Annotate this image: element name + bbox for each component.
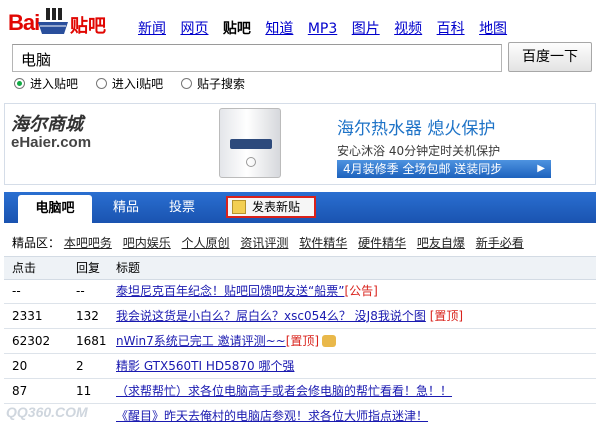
row-title-link[interactable]: 《醒目》昨天去俺村的电脑店参观！求各位大师指点迷津！	[116, 409, 428, 423]
radio-unchecked-icon	[95, 78, 107, 89]
nav-tieba[interactable]: 贴吧	[223, 21, 251, 37]
row-title-link[interactable]: 泰坦尼克百年纪念！贴吧回馈吧友送“船票”	[116, 284, 344, 298]
jingpin-link[interactable]: 吧内娱乐	[123, 236, 171, 250]
radio-post-search[interactable]: 贴子搜索	[181, 75, 245, 92]
ad-text: 海尔热水器 熄火保护 安心沐浴 40分钟定时关机保护	[337, 114, 500, 159]
row-replies: 11	[76, 384, 92, 398]
baidu-tieba-logo[interactable]: Bai 贴吧	[8, 6, 123, 40]
nav-map[interactable]: 地图	[479, 21, 507, 37]
heater-knob	[246, 157, 256, 167]
new-post-button[interactable]: 发表新贴	[226, 196, 316, 218]
row-replies: --	[76, 284, 85, 298]
row-title-link[interactable]: nWin7系统已完工 邀请评测~~	[116, 334, 286, 348]
logo-tieba-text: 贴吧	[70, 16, 106, 37]
nav-video[interactable]: 视频	[394, 21, 422, 37]
tab-computer-bar[interactable]: 电脑吧	[18, 195, 92, 223]
heater-panel	[230, 139, 272, 149]
row-replies: 132	[76, 309, 99, 323]
radio-checked-icon	[14, 78, 25, 89]
jingpin-area: 精品区： 本吧吧务 吧内娱乐 个人原创 资讯评测 软件精华 硬件精华 吧友自爆 …	[12, 234, 524, 251]
search-button[interactable]: 百度一下	[508, 42, 592, 72]
ad-brand-en: eHaier.com	[11, 134, 92, 151]
ad-promo-bar[interactable]: 4月装修季 全场包邮 送装同步 ▶	[337, 160, 551, 178]
ad-brand: 海尔商城 eHaier.com	[11, 110, 91, 151]
row-clicks: --	[12, 284, 21, 298]
header-title: 标题	[116, 261, 141, 275]
nav-zhidao[interactable]: 知道	[265, 21, 293, 37]
radio-label: 进入i贴吧	[111, 77, 164, 91]
ship-logo-icon	[38, 8, 68, 34]
tab-vote[interactable]: 投票	[162, 192, 202, 223]
row-title-link[interactable]: （求帮帮忙）求各位电脑高手或者会修电脑的帮忙看看！急！！	[116, 384, 452, 398]
ad-subline: 安心沐浴 40分钟定时关机保护	[337, 144, 501, 158]
jingpin-link[interactable]: 个人原创	[182, 236, 230, 250]
header-clicks: 点击	[12, 261, 37, 275]
ad-headline: 海尔热水器 熄火保护	[337, 119, 496, 139]
nav-web[interactable]: 网页	[180, 21, 208, 37]
row-clicks: 2331	[12, 309, 43, 323]
radio-label: 贴子搜索	[197, 77, 246, 91]
table-row: 87 11 （求帮帮忙）求各位电脑高手或者会修电脑的帮忙看看！急！！	[4, 380, 596, 404]
forum-tabs: 电脑吧 精品 投票 发表新贴	[4, 192, 596, 223]
ad-brand-cn: 海尔商城	[11, 114, 83, 135]
ad-banner[interactable]: 海尔商城 eHaier.com 海尔热水器 熄火保护 安心沐浴 40分钟定时关机…	[4, 103, 596, 185]
ad-promo-text: 4月装修季 全场包邮 送装同步	[343, 162, 503, 176]
jingpin-link[interactable]: 新手必看	[476, 236, 524, 250]
jingpin-link[interactable]: 本吧吧务	[64, 236, 112, 250]
jingpin-link[interactable]: 硬件精华	[358, 236, 406, 250]
announcement-tag: [公告]	[344, 284, 378, 298]
nav-baike[interactable]: 百科	[437, 21, 465, 37]
header-replies: 回复	[76, 261, 101, 275]
row-clicks: 87	[12, 384, 28, 398]
watermark: QQ360.COM	[6, 404, 88, 420]
jingpin-link[interactable]: 吧友自爆	[417, 236, 465, 250]
tab-jingpin[interactable]: 精品	[106, 192, 146, 223]
pinned-tag: [置顶]	[285, 334, 320, 348]
search-mode-radios: 进入贴吧 进入i贴吧 贴子搜索	[14, 75, 259, 92]
nav-images[interactable]: 图片	[352, 21, 380, 37]
jingpin-link[interactable]: 资讯评测	[240, 236, 288, 250]
top-nav: 新闻 网页 贴吧 知道 MP3 图片 视频 百科 地图	[138, 18, 517, 38]
arrow-right-icon: ▶	[537, 163, 545, 174]
table-row: 20 2 精影 GTX560TI HD5870 哪个强	[4, 355, 596, 379]
nav-mp3[interactable]: MP3	[308, 21, 337, 37]
table-header: 点击 回复 标题	[4, 256, 596, 280]
row-replies: 1681	[76, 334, 107, 348]
water-heater-image	[219, 108, 281, 178]
jingpin-label: 精品区：	[12, 236, 61, 250]
row-title-link[interactable]: 我会说这货是小白么？屌白么？xsc054么？ 没J8我说个图	[116, 309, 426, 323]
table-row: 《醒目》昨天去俺村的电脑店参观！求各位大师指点迷津！	[4, 405, 596, 429]
new-post-label: 发表新贴	[252, 200, 301, 214]
radio-unchecked-icon	[181, 78, 193, 89]
pencil-icon	[232, 200, 246, 214]
radio-enter-itieba[interactable]: 进入i贴吧	[95, 75, 164, 92]
radio-label: 进入贴吧	[30, 77, 79, 91]
table-row: -- -- 泰坦尼克百年纪念！贴吧回馈吧友送“船票”[公告]	[4, 280, 596, 304]
pinned-tag: [置顶]	[429, 309, 464, 323]
nav-news[interactable]: 新闻	[138, 21, 166, 37]
table-row: 62302 1681 nWin7系统已完工 邀请评测~~[置顶]	[4, 330, 596, 354]
logo-bai-text: Bai	[8, 10, 40, 35]
thumbs-up-icon	[322, 335, 337, 347]
search-input[interactable]: 电脑	[12, 44, 502, 72]
row-replies: 2	[76, 359, 84, 373]
table-row: 2331 132 我会说这货是小白么？屌白么？xsc054么？ 没J8我说个图 …	[4, 305, 596, 329]
row-clicks: 62302	[12, 334, 51, 348]
radio-enter-tieba[interactable]: 进入贴吧	[14, 75, 78, 92]
jingpin-link[interactable]: 软件精华	[299, 236, 347, 250]
row-title-link[interactable]: 精影 GTX560TI HD5870 哪个强	[116, 359, 294, 373]
row-clicks: 20	[12, 359, 28, 373]
